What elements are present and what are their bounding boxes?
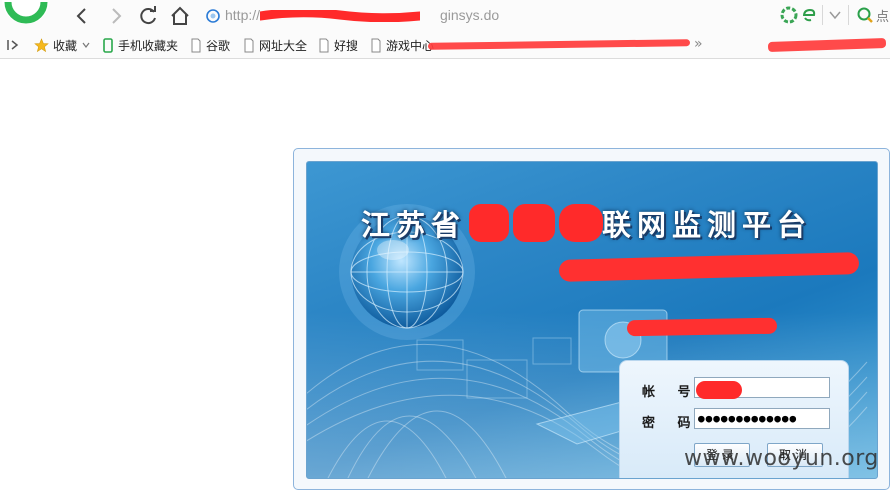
search-icon[interactable] [856,6,874,24]
password-input[interactable]: ●●●●●●●●●●●●● [694,408,830,429]
toolbar-separator [822,5,823,25]
bookmarks-bar: 收藏 手机收藏夹 谷歌 网址大全 好搜 游戏中心 » [0,32,890,59]
bookmarks-redaction [427,39,691,50]
title-end: 联网监测平台 [602,208,813,242]
bookmark-hao123[interactable]: 网址大全 [243,37,307,53]
page-icon [191,38,201,52]
page-icon [319,38,329,52]
sidebar-toggle-icon[interactable] [6,38,20,52]
url-redaction [260,10,420,22]
refresh-icon[interactable] [136,4,160,28]
title-redaction [559,204,603,242]
title-redaction [513,204,555,242]
bookmark-label: 谷歌 [206,38,231,53]
user-redaction [767,37,887,53]
watermark: www.wooyun.org [684,446,879,471]
search-hint: 点 [876,10,890,25]
browser-logo-icon [2,0,50,24]
title-start: 江苏省 [361,208,467,242]
toolbar-separator [848,5,849,25]
globe-icon [206,9,220,23]
page-icon [371,38,381,52]
url-prefix: http:// [225,7,261,23]
chevron-down-icon [82,42,90,48]
star-icon [34,37,49,52]
browser-toolbar: http:// ginsys.do 点 [0,0,890,32]
ie-mode-icon[interactable] [800,6,818,24]
account-redaction [696,381,742,399]
bookmark-label: 游戏中心 [386,38,435,53]
url-suffix: ginsys.do [440,7,500,23]
chevron-down-icon[interactable] [826,6,844,24]
address-bar[interactable]: http:// ginsys.do [200,4,770,28]
home-icon[interactable] [168,4,192,28]
forward-icon[interactable] [104,4,128,28]
bookmark-label: 收藏 [53,38,78,53]
extension-icon[interactable] [780,6,798,24]
page-icon [244,38,254,52]
login-banner: 江苏省 联网监测平台 帐 号: 密 码: ●●●●●●●●●●●●● 登录 取消 [306,161,878,479]
back-icon[interactable] [70,4,94,28]
more-bookmarks-icon[interactable]: » [694,36,703,52]
bookmark-favorites[interactable]: 收藏 [34,37,95,53]
bookmark-label: 手机收藏夹 [118,38,179,53]
login-frame: 江苏省 联网监测平台 帐 号: 密 码: ●●●●●●●●●●●●● 登录 取消 [293,148,890,490]
subtitle-redaction [626,317,778,337]
bookmark-google[interactable]: 谷歌 [190,37,230,53]
bookmark-label: 好搜 [334,38,359,53]
bookmark-mobile[interactable]: 手机收藏夹 [102,37,178,53]
bookmark-haosou[interactable]: 好搜 [318,37,358,53]
phone-icon [103,37,113,53]
bookmark-games[interactable]: 游戏中心 [370,37,434,53]
title-redaction [469,204,509,242]
bookmark-label: 网址大全 [259,38,308,53]
